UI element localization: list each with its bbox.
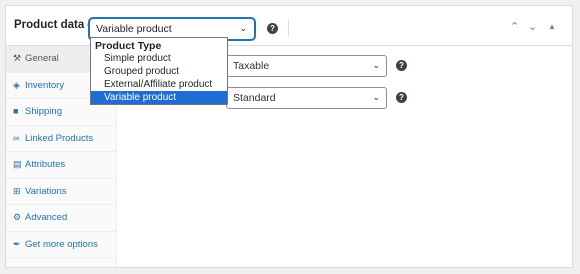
tab-attributes[interactable]: ▤ Attributes [6,152,116,179]
tab-label: General [25,53,59,64]
panel-title: Product data — [14,19,99,31]
tax-class-select[interactable]: Standard ⌄ [226,87,387,109]
chevron-down-icon: ⌄ [372,92,380,102]
help-icon[interactable]: ? [267,23,278,34]
divider [288,19,289,37]
toggle-panel-icon[interactable]: ▲ [548,22,556,31]
tab-label: Get more options [25,238,98,250]
wrench-icon: ⚒ [13,53,22,63]
tab-advanced[interactable]: ⚙ Advanced [6,205,116,232]
move-up-icon[interactable]: ⌃ [510,20,519,33]
tab-linked-products[interactable]: ∞ Linked Products [6,126,116,152]
link-icon: ∞ [13,132,20,143]
help-icon[interactable]: ? [396,92,407,103]
grid-icon: ⊞ [13,185,21,196]
chevron-down-icon: ⌄ [372,60,380,70]
tab-label: Inventory [25,79,65,91]
tax-class-value: Standard [233,92,276,104]
option-external-affiliate-product[interactable]: External/Affiliate product [91,78,227,91]
product-type-value: Variable product [96,23,172,35]
option-simple-product[interactable]: Simple product [91,52,227,65]
tab-label: Variations [25,185,67,197]
tax-status-value: Taxable [233,60,270,72]
tab-label: Linked Products [25,132,94,144]
option-group-label: Product Type [95,40,162,52]
product-data-panel: Product data — Variable product ⌄ ? ⌃ ⌄ … [5,5,573,268]
option-variable-product[interactable]: Variable product [91,91,227,104]
tax-status-select[interactable]: Taxable ⌄ [226,55,387,77]
list-icon: ▤ [13,159,22,169]
chevron-down-icon: ⌄ [239,23,247,33]
move-down-icon[interactable]: ⌄ [528,20,537,33]
option-grouped-product[interactable]: Grouped product [91,65,227,78]
tab-label: Shipping [25,106,62,117]
tag-icon: ◈ [13,79,20,90]
tab-label: Advanced [25,212,68,223]
tab-label: Attributes [25,159,66,170]
tab-get-more-options[interactable]: ✒ Get more options [6,232,116,258]
plugin-icon: ✒ [13,238,21,249]
gear-icon: ⚙ [13,212,22,222]
product-type-dropdown: Product Type Simple product Grouped prod… [90,37,228,105]
truck-icon: ■ [13,106,19,116]
tab-variations[interactable]: ⊞ Variations [6,179,116,205]
help-icon[interactable]: ? [396,60,407,71]
